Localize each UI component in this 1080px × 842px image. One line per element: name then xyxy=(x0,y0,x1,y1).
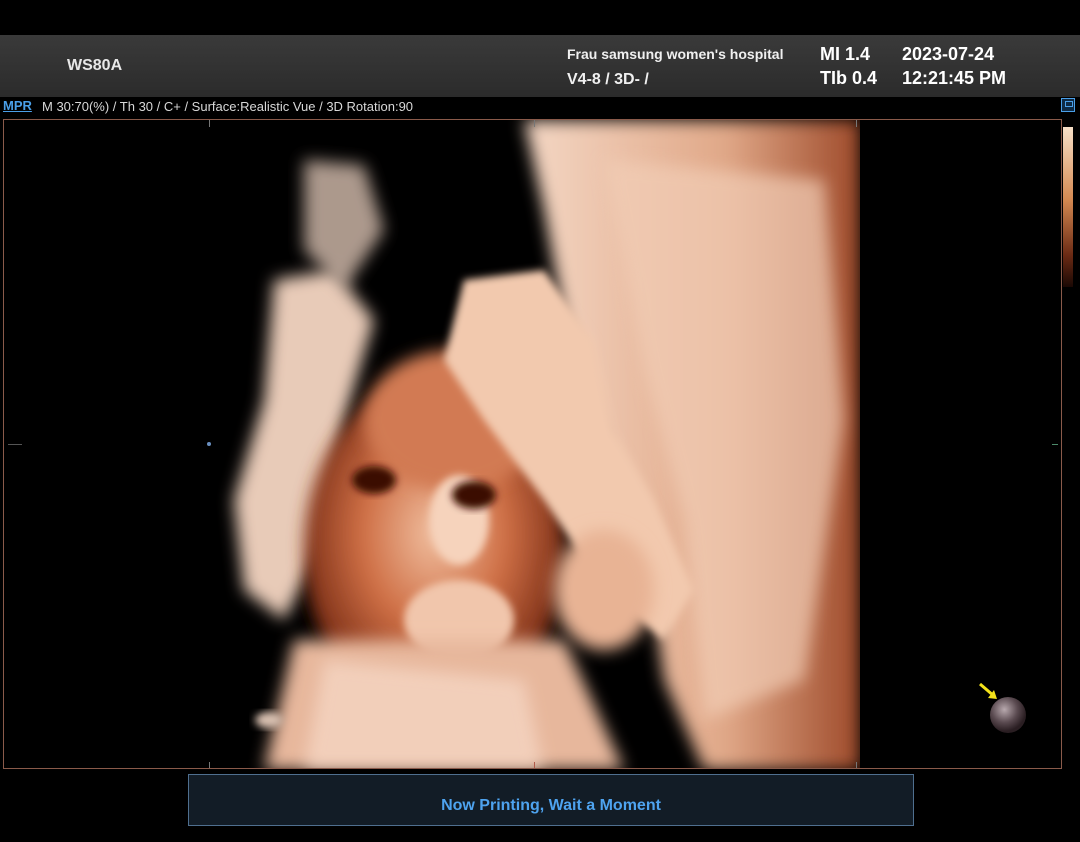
orientation-marker-icon[interactable] xyxy=(978,682,1030,738)
info-bar: MPR M 30:70(%) / Th 30 / C+ / Surface:Re… xyxy=(0,97,1080,117)
save-icon[interactable] xyxy=(1061,98,1075,112)
thermal-index: TIb 0.4 xyxy=(820,68,878,88)
header-bar: WS80A Frau samsung women's hospital V4-8… xyxy=(0,35,1080,97)
tick-top-mid xyxy=(534,120,535,127)
center-dash-right xyxy=(1052,444,1058,445)
image-viewport[interactable] xyxy=(3,119,1062,769)
bottom-black-strip xyxy=(0,826,1080,842)
printing-status-dialog: Now Printing, Wait a Moment xyxy=(188,774,914,826)
exam-date: 2023-07-24 xyxy=(902,44,995,64)
center-dash-left xyxy=(8,444,22,445)
tick-bottom-left xyxy=(209,762,210,768)
top-black-strip xyxy=(0,0,1080,35)
color-scale-bar xyxy=(1063,127,1073,287)
tick-bottom-mid xyxy=(534,762,535,768)
tick-top-left xyxy=(209,120,210,127)
mechanical-index: MI 1.4 xyxy=(820,44,871,64)
printing-status-text: Now Printing, Wait a Moment xyxy=(441,797,661,814)
ultrasound-3d-render xyxy=(4,120,860,768)
hospital-name: Frau samsung women's hospital xyxy=(567,46,784,62)
mpr-link[interactable]: MPR xyxy=(3,98,32,113)
device-model: WS80A xyxy=(67,57,123,74)
tick-top-right xyxy=(856,120,857,127)
exam-time: 12:21:45 PM xyxy=(902,68,1007,88)
tick-bottom-right xyxy=(856,762,857,768)
render-params: M 30:70(%) / Th 30 / C+ / Surface:Realis… xyxy=(42,99,414,114)
center-dot-left xyxy=(207,442,211,446)
probe-mode: V4-8 / 3D- / xyxy=(567,71,649,88)
